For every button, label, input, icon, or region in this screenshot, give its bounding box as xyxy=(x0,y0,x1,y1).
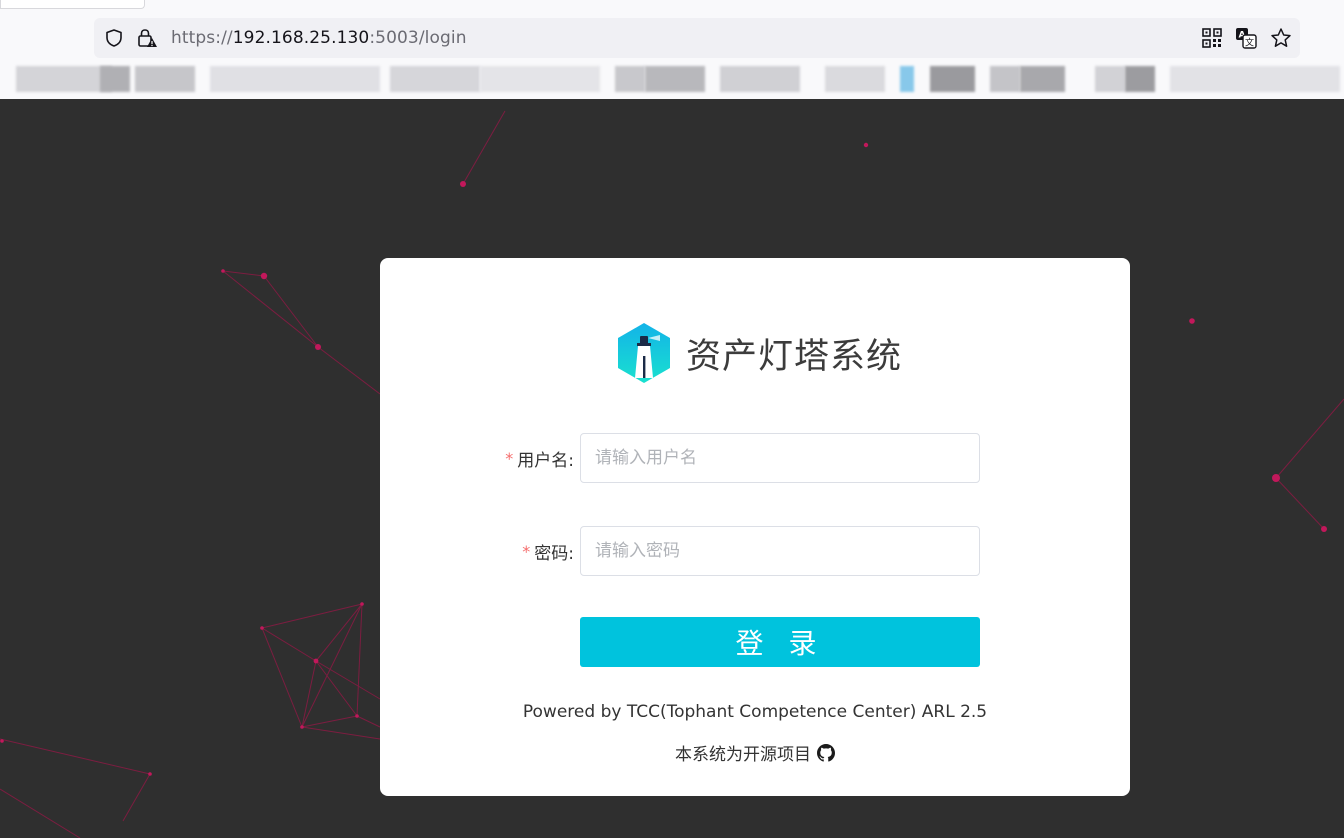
username-row: * 用户名: xyxy=(380,433,1130,483)
brand-title: 资产灯塔系统 xyxy=(686,336,903,377)
brand-header: 资产灯塔系统 xyxy=(616,322,902,384)
password-label-text: 密码: xyxy=(534,543,574,564)
required-mark: * xyxy=(522,541,531,561)
password-row: * 密码: xyxy=(380,526,1130,576)
open-source-text: 本系统为开源项目 xyxy=(675,745,811,765)
username-input[interactable] xyxy=(580,433,980,483)
password-input[interactable] xyxy=(580,526,980,576)
username-label: * 用户名: xyxy=(505,433,574,483)
powered-by-text: Powered by TCC(Tophant Competence Center… xyxy=(522,702,988,722)
svg-text:文: 文 xyxy=(1245,37,1254,49)
browser-tab[interactable] xyxy=(0,0,145,9)
login-button[interactable]: 登 录 xyxy=(580,617,980,667)
url-prefix: https:// xyxy=(171,28,233,48)
password-label: * 密码: xyxy=(522,526,574,576)
login-page: 资产灯塔系统 * 用户名: * 密码: 登 录 Powered by TCC(T… xyxy=(0,99,1344,838)
url-path: :5003/login xyxy=(369,28,467,48)
github-icon[interactable] xyxy=(817,743,835,762)
shield-icon[interactable] xyxy=(103,27,125,49)
address-bar[interactable]: https://192.168.25.130:5003/login A 文 xyxy=(94,18,1300,58)
required-mark: * xyxy=(505,448,514,468)
lock-warning-icon[interactable] xyxy=(136,27,158,49)
url-text[interactable]: https://192.168.25.130:5003/login xyxy=(171,28,467,48)
open-source-note: 本系统为开源项目 xyxy=(380,740,1130,765)
url-host: 192.168.25.130 xyxy=(232,28,370,48)
username-label-text: 用户名: xyxy=(517,450,574,471)
qr-code-icon[interactable] xyxy=(1201,27,1223,49)
translate-icon[interactable]: A 文 xyxy=(1235,27,1257,49)
login-card: 资产灯塔系统 * 用户名: * 密码: 登 录 Powered by TCC(T… xyxy=(380,258,1130,796)
browser-chrome: https://192.168.25.130:5003/login A 文 xyxy=(0,0,1344,100)
star-icon[interactable] xyxy=(1270,27,1292,49)
lighthouse-logo-icon xyxy=(618,323,670,383)
bookmarks-bar xyxy=(10,62,1344,98)
